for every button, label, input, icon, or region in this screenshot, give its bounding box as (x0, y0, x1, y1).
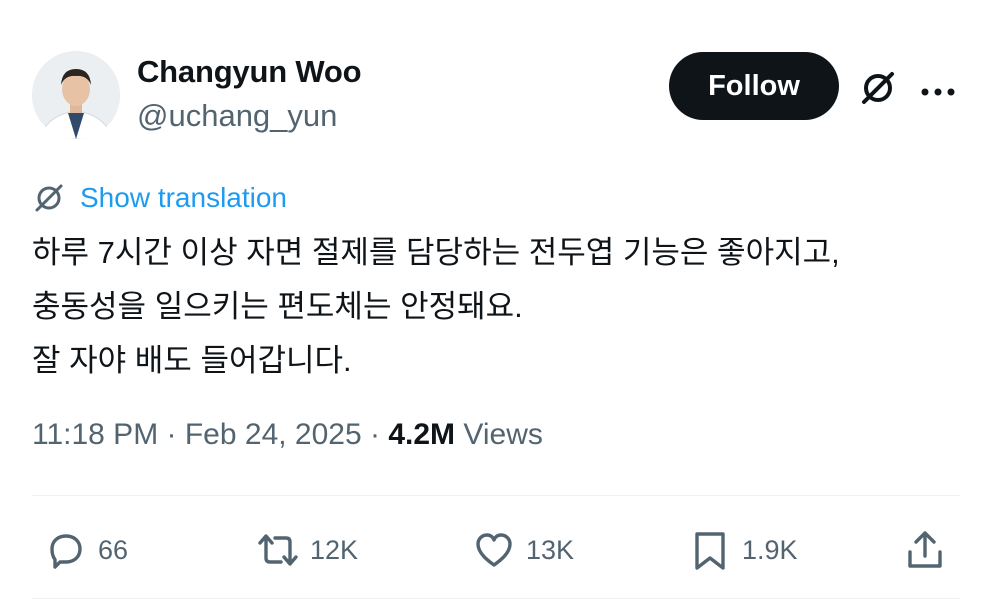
tweet-text: 하루 7시간 이상 자면 절제를 담당하는 전두엽 기능은 좋아지고, 충동성을… (32, 226, 962, 388)
heart-icon (476, 533, 512, 567)
grok-icon (35, 184, 63, 212)
share-button[interactable] (903, 520, 947, 580)
display-name[interactable]: Changyun Woo (137, 54, 362, 90)
tweet-line: 잘 자야 배도 들어갑니다. (32, 343, 352, 378)
tweet-header: Changyun Woo @uchang_yun Follow (0, 0, 988, 150)
tweet-date[interactable]: Feb 24, 2025 (185, 418, 362, 451)
more-icon[interactable] (920, 84, 956, 96)
grok-icon[interactable] (858, 68, 898, 108)
tweet-line: 충동성을 일으키는 편도체는 안정돼요. (32, 289, 523, 324)
like-count: 13K (526, 534, 575, 565)
share-icon (908, 531, 942, 568)
bookmark-button[interactable]: 1.9K (688, 520, 798, 580)
repost-count: 12K (310, 534, 359, 565)
follow-button[interactable]: Follow (669, 52, 839, 120)
meta-separator: · (158, 418, 185, 451)
views-count: 4.2M (388, 418, 456, 451)
reply-count: 66 (98, 534, 129, 565)
divider (32, 598, 960, 599)
divider (32, 495, 960, 496)
action-bar: 66 12K 13K 1.9K (0, 520, 988, 580)
reply-icon (50, 534, 82, 569)
views-label: Views (463, 418, 543, 451)
bookmark-count: 1.9K (742, 534, 798, 565)
tweet-line: 하루 7시간 이상 자면 절제를 담당하는 전두엽 기능은 좋아지고, (32, 235, 840, 270)
repost-icon (258, 534, 298, 566)
repost-button[interactable]: 12K (256, 520, 358, 580)
show-translation-link[interactable]: Show translation (32, 178, 287, 218)
meta-separator: · (361, 418, 389, 451)
show-translation-label[interactable]: Show translation (80, 182, 287, 214)
handle[interactable]: @uchang_yun (137, 98, 337, 134)
avatar[interactable] (32, 51, 120, 139)
tweet-time[interactable]: 11:18 PM (32, 418, 158, 451)
bookmark-icon (695, 532, 725, 570)
reply-button[interactable]: 66 (44, 520, 128, 580)
tweet-meta: 11:18 PM · Feb 24, 2025 · 4.2M Views (32, 418, 543, 452)
like-button[interactable]: 13K (472, 520, 574, 580)
